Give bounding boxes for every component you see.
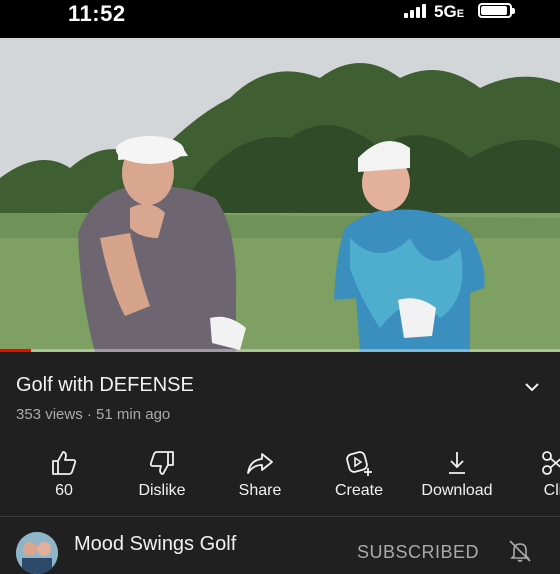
- signal-icon: [404, 4, 428, 18]
- network-indicator: 5GE: [434, 2, 464, 22]
- network-suffix: E: [456, 8, 465, 20]
- dislike-button[interactable]: Dislike: [114, 440, 210, 510]
- video-player[interactable]: [0, 38, 560, 352]
- share-label: Share: [238, 482, 282, 499]
- video-progress-played: [0, 349, 31, 352]
- network-type: 5G: [434, 2, 457, 21]
- status-bar: 11:52 5GE: [0, 0, 560, 38]
- status-time: 11:52: [68, 1, 126, 26]
- action-row: 60 Dislike Share Create Download Cli: [0, 440, 560, 510]
- share-icon: [247, 453, 273, 474]
- channel-name[interactable]: Mood Swings Golf: [74, 533, 236, 556]
- thumbs-down-icon: [149, 451, 174, 475]
- create-label: Create: [334, 482, 384, 499]
- share-button[interactable]: Share: [212, 440, 308, 510]
- chevron-down-icon[interactable]: [522, 377, 542, 397]
- dislike-label: Dislike: [138, 482, 186, 499]
- like-button[interactable]: 60: [16, 440, 112, 510]
- video-frame: [0, 38, 560, 352]
- clip-label: Cli: [543, 482, 560, 499]
- download-icon: [449, 452, 465, 474]
- battery-icon: [478, 3, 515, 18]
- create-button[interactable]: Create: [311, 440, 407, 510]
- video-title[interactable]: Golf with DEFENSE: [16, 374, 194, 397]
- video-progress-bar[interactable]: [0, 349, 560, 352]
- clip-button[interactable]: Cli: [505, 440, 560, 510]
- clip-icon: [542, 451, 560, 475]
- bell-off-icon[interactable]: [507, 538, 533, 564]
- download-button[interactable]: Download: [409, 440, 505, 510]
- channel-avatar-image: [16, 532, 58, 574]
- avatar[interactable]: [16, 532, 58, 574]
- download-label: Download: [421, 482, 493, 499]
- like-count: 60: [55, 482, 73, 499]
- divider: [0, 516, 560, 517]
- thumbs-up-icon: [52, 451, 77, 475]
- video-meta: 353 views · 51 min ago: [16, 406, 171, 423]
- create-icon: [346, 451, 372, 476]
